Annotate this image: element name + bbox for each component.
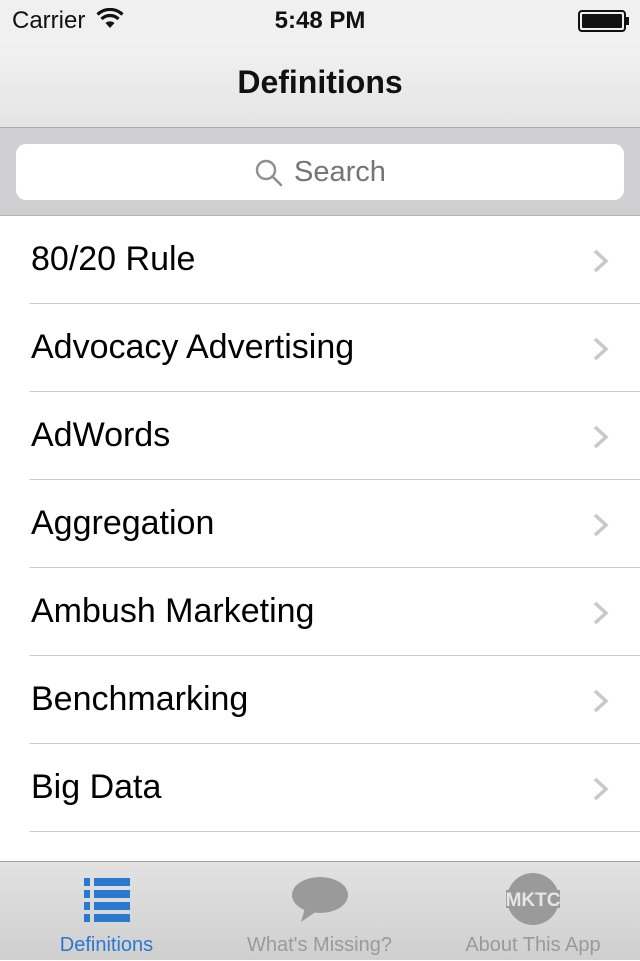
chevron-right-icon: [593, 337, 609, 361]
search-field[interactable]: [16, 144, 624, 200]
list-item-label: AdWords: [31, 416, 171, 454]
list-item-label: Advocacy Advertising: [31, 328, 355, 366]
definitions-list: 80/20 Rule Advocacy Advertising AdWords …: [0, 216, 640, 861]
status-bar: Carrier 5:48 PM: [0, 0, 640, 40]
list-item-label: Benchmarking: [31, 680, 249, 718]
list-item[interactable]: Benchmarking: [0, 656, 640, 744]
list-item-label: Big Data: [31, 768, 162, 806]
search-icon: [255, 159, 283, 187]
list-item[interactable]: Aggregation: [0, 480, 640, 568]
battery-icon: [578, 10, 629, 32]
mktc-logo-icon: MKTC: [506, 873, 560, 925]
search-bar: [0, 128, 640, 216]
chevron-right-icon: [593, 249, 609, 273]
list-icon: [83, 878, 130, 922]
list-item-label: 80/20 Rule: [31, 240, 196, 278]
tab-label: What's Missing?: [247, 934, 392, 956]
list-item[interactable]: AdWords: [0, 392, 640, 480]
chevron-right-icon: [593, 513, 609, 537]
chevron-right-icon: [593, 425, 609, 449]
tab-bar: Definitions What's Missing? MKTC About T…: [0, 861, 640, 960]
tab-about-this-app[interactable]: MKTC About This App: [426, 862, 640, 961]
tab-definitions[interactable]: Definitions: [0, 862, 213, 961]
list-item[interactable]: [0, 832, 640, 861]
tab-label: About This App: [465, 934, 601, 956]
list-item-label: Ambush Marketing: [31, 592, 315, 630]
page-title: Definitions: [237, 64, 403, 100]
list-item-label: Aggregation: [31, 504, 215, 542]
speech-bubble-icon: [291, 877, 348, 922]
navigation-bar: Definitions: [0, 40, 640, 128]
svg-text:MKTC: MKTC: [506, 890, 560, 911]
list-item[interactable]: Ambush Marketing: [0, 568, 640, 656]
search-input[interactable]: [294, 156, 594, 189]
chevron-right-icon: [593, 777, 609, 801]
tab-label: Definitions: [59, 934, 154, 956]
chevron-right-icon: [593, 601, 609, 625]
list-item[interactable]: Advocacy Advertising: [0, 304, 640, 392]
chevron-right-icon: [593, 689, 609, 713]
list-item[interactable]: 80/20 Rule: [0, 216, 640, 304]
status-time: 5:48 PM: [274, 7, 366, 34]
list-item[interactable]: Big Data: [0, 744, 640, 832]
tab-whats-missing[interactable]: What's Missing?: [213, 862, 426, 961]
